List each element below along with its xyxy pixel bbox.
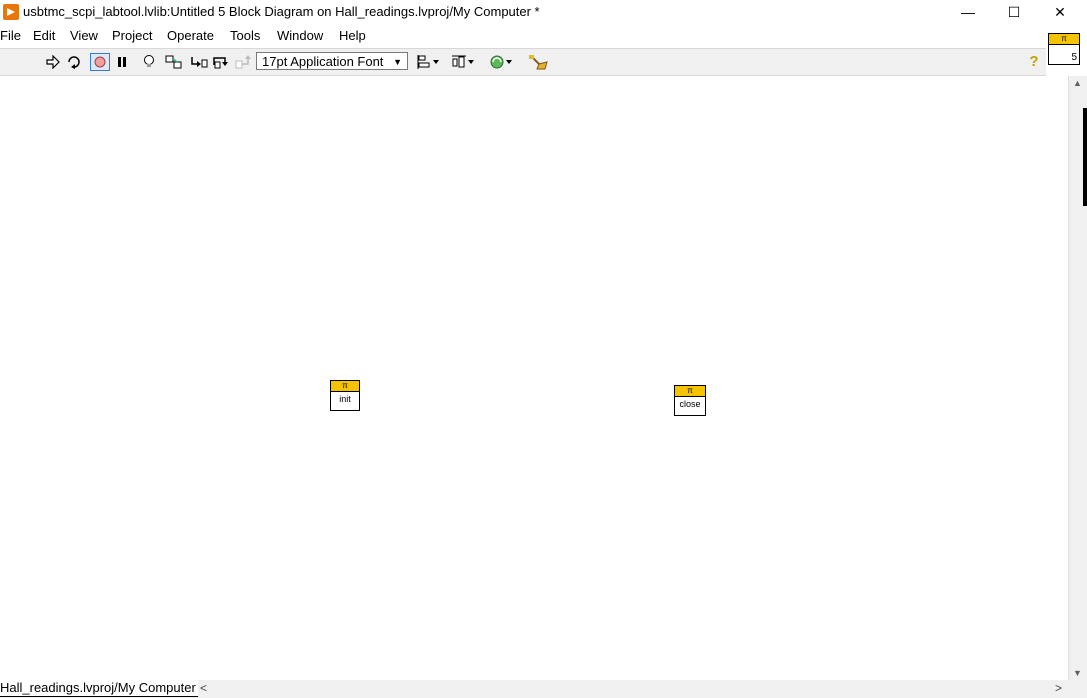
highlight-execution-icon[interactable]	[139, 53, 159, 71]
menu-help[interactable]: Help	[339, 28, 366, 43]
toolbar: 17pt Application Font ▼ ?	[0, 48, 1046, 76]
reorder-icon[interactable]	[488, 53, 516, 71]
maximize-button[interactable]: ☐	[991, 0, 1037, 24]
run-continuously-icon[interactable]	[64, 53, 84, 71]
subvi-icon-header: π	[675, 386, 705, 397]
retain-wire-values-icon[interactable]	[164, 53, 184, 71]
status-bar: Hall_readings.lvproj/My Computer < >	[0, 680, 1087, 698]
scroll-left-icon[interactable]: <	[200, 681, 207, 695]
abort-execution-icon[interactable]	[90, 53, 110, 71]
pause-icon[interactable]	[112, 53, 132, 71]
application-context-label[interactable]: Hall_readings.lvproj/My Computer	[0, 680, 198, 697]
labview-app-icon	[3, 4, 19, 20]
menu-window[interactable]: Window	[277, 28, 323, 43]
align-objects-icon[interactable]	[416, 53, 442, 71]
vi-icon-header: π	[1049, 34, 1079, 45]
title-bar: usbtmc_scpi_labtool.lvlib:Untitled 5 Blo…	[0, 0, 1087, 24]
step-into-icon[interactable]	[189, 53, 209, 71]
menu-view[interactable]: View	[70, 28, 98, 43]
vi-icon-pane[interactable]: π 5	[1048, 33, 1080, 65]
step-out-icon[interactable]	[233, 53, 253, 71]
subvi-close-node[interactable]: π close	[674, 385, 706, 416]
distribute-objects-icon[interactable]	[451, 53, 477, 71]
clean-up-diagram-icon[interactable]	[526, 53, 550, 71]
context-help-icon[interactable]: ?	[1026, 53, 1042, 71]
close-button[interactable]: ✕	[1037, 0, 1083, 24]
step-over-icon[interactable]	[211, 53, 231, 71]
vi-icon-number: 5	[1071, 52, 1077, 63]
scrollbar-thumb[interactable]	[1083, 108, 1087, 206]
subvi-label: init	[339, 394, 351, 404]
block-diagram-canvas[interactable]: π init π close	[0, 76, 1068, 680]
scroll-down-icon[interactable]: ▼	[1073, 668, 1082, 678]
menu-operate[interactable]: Operate	[167, 28, 214, 43]
subvi-label: close	[679, 399, 701, 409]
menu-file[interactable]: File	[0, 28, 21, 43]
scroll-right-icon[interactable]: >	[1055, 681, 1062, 695]
chevron-down-icon: ▼	[393, 57, 402, 67]
subvi-init-node[interactable]: π init	[330, 380, 360, 411]
run-arrow-icon[interactable]	[43, 53, 63, 71]
window-title: usbtmc_scpi_labtool.lvlib:Untitled 5 Blo…	[23, 4, 540, 19]
menu-edit[interactable]: Edit	[33, 28, 55, 43]
scroll-up-icon[interactable]: ▲	[1073, 78, 1082, 88]
text-settings-dropdown[interactable]: 17pt Application Font ▼	[256, 52, 408, 70]
menu-project[interactable]: Project	[112, 28, 152, 43]
subvi-icon-header: π	[331, 381, 359, 392]
font-label: 17pt Application Font	[262, 54, 384, 69]
minimize-button[interactable]: —	[945, 0, 991, 24]
menu-tools[interactable]: Tools	[230, 28, 260, 43]
